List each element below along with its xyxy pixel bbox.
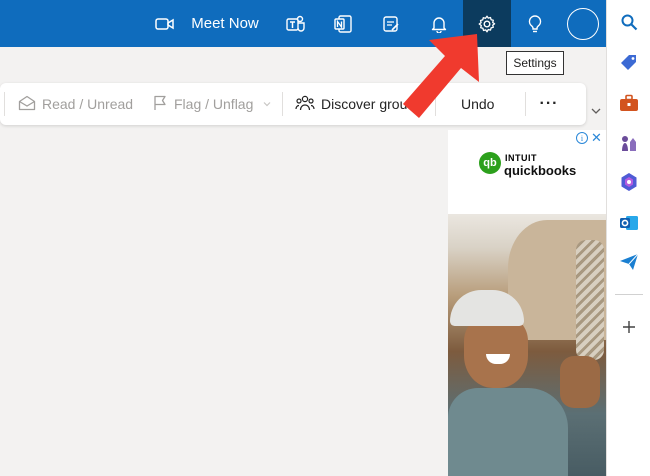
send-icon[interactable] — [618, 251, 640, 273]
copilot-icon[interactable] — [618, 171, 640, 193]
red-arrow-annotation — [395, 32, 485, 137]
quickbooks-logo-icon: qb — [479, 152, 501, 174]
flag-unflag-label: Flag / Unflag — [174, 96, 254, 112]
teams-button[interactable] — [278, 0, 314, 47]
flag-unflag-button[interactable]: Flag / Unflag — [152, 83, 253, 125]
onenote-icon — [334, 14, 352, 33]
ad-brand-name: quickbooks — [504, 163, 577, 178]
toolbar-divider — [4, 92, 5, 116]
ad-brand-intuit: INTUIT — [505, 153, 537, 163]
chevron-down-icon — [590, 104, 602, 122]
ad-banner[interactable]: i ✕ qb INTUIT quickbooks — [448, 130, 606, 476]
rail-divider — [615, 294, 643, 295]
lightbulb-icon — [527, 14, 543, 34]
more-options-button[interactable]: ··· — [540, 83, 558, 125]
top-header-bar: Meet Now — [0, 0, 606, 47]
meet-now-button[interactable]: Meet Now — [146, 0, 268, 47]
video-camera-icon — [155, 17, 175, 31]
outlook-icon[interactable] — [618, 212, 640, 234]
chess-icon[interactable] — [618, 132, 640, 154]
ad-close-icon[interactable]: ✕ — [591, 130, 602, 146]
briefcase-icon[interactable] — [618, 92, 640, 114]
avatar — [567, 7, 599, 40]
toolbar-divider — [525, 92, 526, 116]
meet-now-label: Meet Now — [191, 15, 259, 32]
onenote-button[interactable] — [325, 0, 361, 47]
toolbar-expand-button[interactable] — [588, 105, 604, 121]
envelope-open-icon — [18, 95, 36, 114]
people-group-icon — [295, 94, 315, 115]
read-unread-label: Read / Unread — [42, 96, 134, 112]
ad-photo-basket — [576, 240, 604, 360]
account-button[interactable] — [562, 0, 604, 47]
flag-icon — [152, 95, 168, 114]
app-rail — [606, 0, 650, 476]
search-icon[interactable] — [618, 11, 640, 33]
todo-icon — [382, 15, 400, 33]
teams-icon — [286, 15, 306, 33]
gear-icon — [477, 14, 497, 34]
tag-icon[interactable] — [618, 52, 640, 74]
chevron-down-icon — [262, 96, 272, 112]
ad-photo-face — [464, 316, 528, 388]
tips-button[interactable] — [517, 0, 553, 47]
flag-options-dropdown[interactable] — [262, 83, 272, 125]
ad-photo-shirt — [448, 388, 568, 476]
toolbar-divider — [282, 92, 283, 116]
add-icon[interactable] — [618, 316, 640, 338]
settings-tooltip: Settings — [506, 51, 564, 75]
ad-info-icon[interactable]: i — [576, 132, 588, 144]
bell-icon — [430, 15, 448, 33]
ad-photo-hand — [560, 356, 600, 408]
command-toolbar: Read / Unread Flag / Unflag Discover gro… — [0, 83, 586, 125]
read-unread-button[interactable]: Read / Unread — [18, 83, 133, 125]
